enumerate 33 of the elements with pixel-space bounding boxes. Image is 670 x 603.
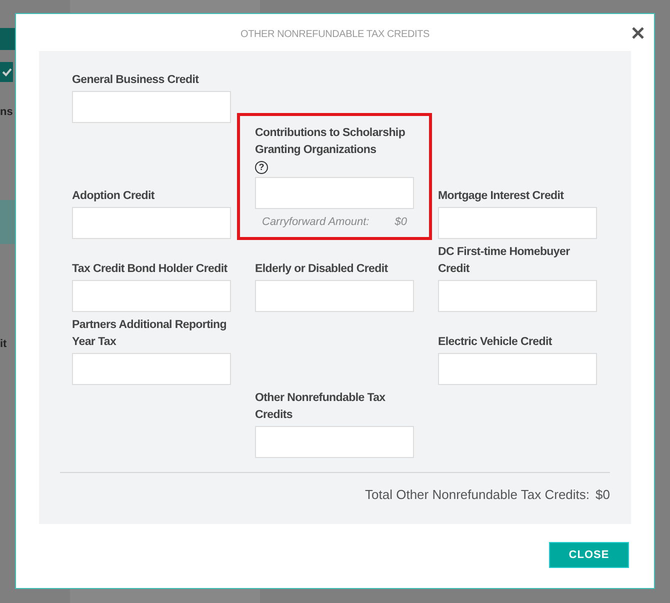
input-field[interactable] [72, 207, 231, 239]
field-label: Elderly or Disabled Credit [255, 262, 389, 277]
section-header [0, 28, 15, 50]
carryforward-label: Carryforward Amount: [262, 215, 370, 230]
input-field[interactable] [438, 353, 597, 385]
check-icon [2, 67, 12, 77]
input-field[interactable] [72, 280, 231, 312]
input-field[interactable] [255, 280, 414, 312]
input-field[interactable] [438, 280, 597, 312]
field-label: DC First-time Homebuyer Credit [438, 245, 571, 277]
field-label: Partners Additional Reporting Year Tax [72, 318, 228, 350]
help-icon[interactable]: ? [255, 161, 268, 174]
label-text: ns [0, 105, 13, 120]
field-label: Adoption Credit [72, 189, 156, 204]
checkbox[interactable] [0, 62, 13, 82]
close-icon[interactable] [632, 27, 644, 39]
dialog-title: OTHER NONREFUNDABLE TAX CREDITS [240, 28, 430, 42]
field-label: Mortgage Interest Credit [438, 189, 565, 204]
input-field[interactable] [255, 426, 414, 458]
field-label: Tax Credit Bond Holder Credit [72, 262, 228, 277]
input-field[interactable] [72, 353, 231, 385]
field-label: Other Nonrefundable Tax Credits [255, 391, 386, 423]
carryforward-value: $0 [394, 215, 407, 230]
input-field[interactable] [438, 207, 597, 239]
label-text: it [0, 337, 7, 352]
field-label: General Business Credit [72, 73, 200, 88]
section-band [0, 200, 15, 244]
total-label: Total Other Nonrefundable Tax Credits: [365, 486, 590, 504]
total-value: $0 [596, 486, 610, 504]
field-label: Electric Vehicle Credit [438, 335, 553, 350]
input-field[interactable] [72, 91, 231, 123]
input-field[interactable] [255, 177, 414, 209]
field-label: Contributions to Scholarship Granting Organizations [255, 126, 406, 158]
